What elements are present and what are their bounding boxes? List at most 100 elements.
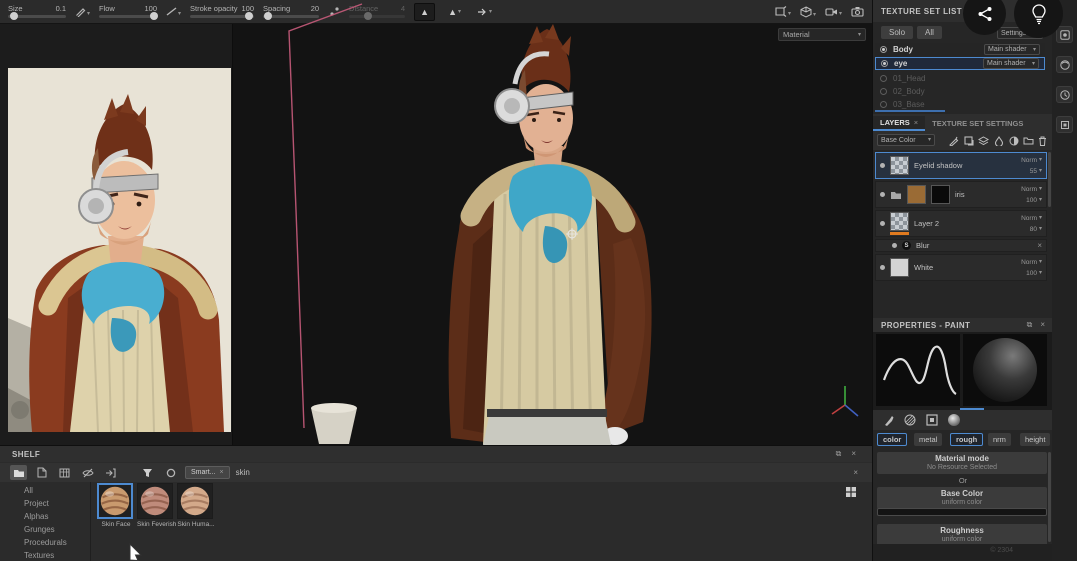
viewport-3d[interactable]: Material ▾	[233, 24, 872, 445]
channel-color-button[interactable]: color	[877, 433, 908, 446]
stroke-preset-icon[interactable]: ▾	[166, 6, 181, 17]
add-paint-layer-icon[interactable]	[962, 134, 975, 147]
base-color-swatch[interactable]	[877, 508, 1047, 516]
perspective-view-button[interactable]: ▾	[774, 6, 791, 17]
properties-scrollbar[interactable]	[1048, 452, 1051, 542]
shelf-item-skin-human[interactable]: Skin Huma...	[177, 483, 215, 528]
new-resource-icon[interactable]	[33, 465, 50, 480]
mesh-display-button[interactable]: ▾	[800, 5, 816, 18]
add-mask-icon[interactable]	[1007, 134, 1020, 147]
layer-effect-row-blur[interactable]: S Blur ×	[875, 239, 1047, 252]
tab-texture-set-settings[interactable]: TEXTURE SET SETTINGS	[925, 116, 1030, 131]
grid-view-icon[interactable]	[56, 465, 73, 480]
solo-button[interactable]: Solo	[881, 26, 914, 39]
shader-dropdown[interactable]: Main shader ▾	[984, 44, 1040, 55]
shelf-category-alphas[interactable]: Alphas	[0, 510, 90, 523]
stroke-opacity-slider-knob[interactable]	[244, 12, 253, 20]
spacing-slider-knob[interactable]	[263, 12, 272, 20]
tab-layers[interactable]: LAYERS ×	[873, 116, 926, 131]
blend-mode-dropdown[interactable]: Norm ▾	[1021, 157, 1042, 164]
shelf-search-input[interactable]	[235, 468, 356, 477]
visibility-eye-icon[interactable]	[880, 265, 885, 270]
viewport-shading-dropdown[interactable]: Material ▾	[778, 28, 866, 41]
opacity-dropdown[interactable]: 100 ▾	[1026, 197, 1042, 204]
projection-mode-button[interactable]: ▲ ▾	[444, 3, 465, 21]
camera-view-button[interactable]: ▾	[825, 7, 842, 17]
texture-set-row-eye[interactable]: eye Main shader ▾	[875, 57, 1045, 70]
opacity-dropdown[interactable]: 80 ▾	[1030, 226, 1042, 233]
mask-thumbnail[interactable]	[931, 185, 950, 204]
flow-slider[interactable]	[99, 12, 158, 20]
distance-slider-knob[interactable]	[364, 12, 373, 20]
filter-circle-icon[interactable]	[162, 465, 179, 480]
roughness-button[interactable]: Roughness uniform color	[877, 524, 1047, 546]
channel-height-button[interactable]: height	[1020, 433, 1051, 446]
distance-slider[interactable]	[349, 12, 406, 20]
stroke-opacity-slider[interactable]	[190, 12, 255, 20]
import-resources-icon[interactable]	[102, 465, 119, 480]
screenshot-camera-icon[interactable]	[851, 6, 864, 17]
material-mode-button[interactable]: Material mode No Resource Selected	[877, 452, 1047, 474]
add-effect-icon[interactable]	[947, 134, 960, 147]
base-color-button[interactable]: Base Color uniform color	[877, 487, 1047, 509]
add-fill-layer-icon[interactable]	[992, 134, 1005, 147]
shelf-category-project[interactable]: Project	[0, 497, 90, 510]
close-icon[interactable]: ×	[914, 118, 918, 127]
stroke-preview[interactable]	[876, 334, 960, 406]
layer-row-layer-2[interactable]: Layer 2 Norm ▾ 80 ▾	[875, 210, 1047, 237]
opacity-dropdown[interactable]: 100 ▾	[1026, 270, 1042, 277]
filter-funnel-icon[interactable]	[139, 465, 156, 480]
material-mode-sphere-icon[interactable]	[948, 414, 960, 426]
shelf-item-skin-face[interactable]: Skin Face	[97, 483, 135, 528]
symmetry-mode-button[interactable]: ▲	[414, 2, 436, 21]
add-smart-material-icon[interactable]	[977, 134, 990, 147]
blend-mode-dropdown[interactable]: Norm ▾	[1021, 259, 1042, 266]
layers-scrollbar[interactable]	[1048, 152, 1051, 207]
horizontal-scrollbar[interactable]	[875, 110, 945, 112]
radio-icon[interactable]	[881, 60, 888, 67]
flow-slider-knob[interactable]	[149, 12, 158, 20]
visibility-eye-icon[interactable]	[880, 163, 885, 168]
radio-icon[interactable]	[880, 75, 887, 82]
shelf-folder-icon[interactable]	[10, 465, 27, 480]
opacity-dropdown[interactable]: 55 ▾	[1030, 168, 1042, 175]
channel-rough-button[interactable]: rough	[950, 433, 984, 446]
channel-nrm-button[interactable]: nrm	[988, 433, 1011, 446]
brush-preset-icon[interactable]: ▾	[75, 6, 90, 17]
channel-metal-button[interactable]: metal	[914, 433, 943, 446]
hide-eye-slash-icon[interactable]	[79, 465, 96, 480]
texture-set-dock-icon[interactable]	[1056, 116, 1073, 133]
shader-settings-dock-icon[interactable]	[1056, 56, 1073, 73]
close-panel-icon[interactable]: ×	[1040, 320, 1045, 330]
visibility-eye-icon[interactable]	[892, 243, 897, 248]
shelf-item-skin-feverish[interactable]: Skin Feverish	[137, 483, 176, 528]
close-shelf-icon[interactable]: ×	[851, 449, 856, 459]
brush-tool-icon[interactable]	[883, 415, 894, 426]
radio-icon[interactable]	[880, 88, 887, 95]
chip-close-icon[interactable]: ×	[220, 469, 224, 476]
layer-row-white[interactable]: White Norm ▾ 100 ▾	[875, 254, 1047, 281]
display-settings-dock-icon[interactable]	[1056, 26, 1073, 43]
texture-set-row-02-body[interactable]: 02_Body	[875, 85, 1045, 98]
radio-icon[interactable]	[880, 46, 887, 53]
channel-filter-dropdown[interactable]: Base Color ▾	[877, 134, 935, 146]
visibility-eye-icon[interactable]	[880, 192, 885, 197]
layer-thumbnail[interactable]	[890, 156, 909, 175]
texture-set-row-01-head[interactable]: 01_Head	[875, 72, 1045, 85]
alignment-mode-button[interactable]: ▾	[474, 3, 495, 21]
delete-layer-trash-icon[interactable]	[1036, 134, 1049, 147]
size-slider[interactable]	[8, 12, 66, 20]
all-button[interactable]: All	[917, 26, 942, 39]
stencil-icon[interactable]	[926, 414, 938, 426]
expand-panel-icon[interactable]: ⧉	[1027, 320, 1033, 330]
shelf-category-grunges[interactable]: Grunges	[0, 523, 90, 536]
alpha-pattern-icon[interactable]	[904, 414, 916, 426]
expand-shelf-icon[interactable]: ⧉	[836, 449, 842, 459]
visibility-eye-icon[interactable]	[880, 221, 885, 226]
shader-dropdown[interactable]: Main shader ▾	[983, 58, 1039, 69]
layer-thumbnail[interactable]	[890, 258, 909, 277]
history-clock-dock-icon[interactable]	[1056, 86, 1073, 103]
shelf-category-all[interactable]: All	[0, 484, 90, 497]
shelf-category-procedurals[interactable]: Procedurals	[0, 536, 90, 549]
spacing-slider[interactable]	[263, 12, 320, 20]
